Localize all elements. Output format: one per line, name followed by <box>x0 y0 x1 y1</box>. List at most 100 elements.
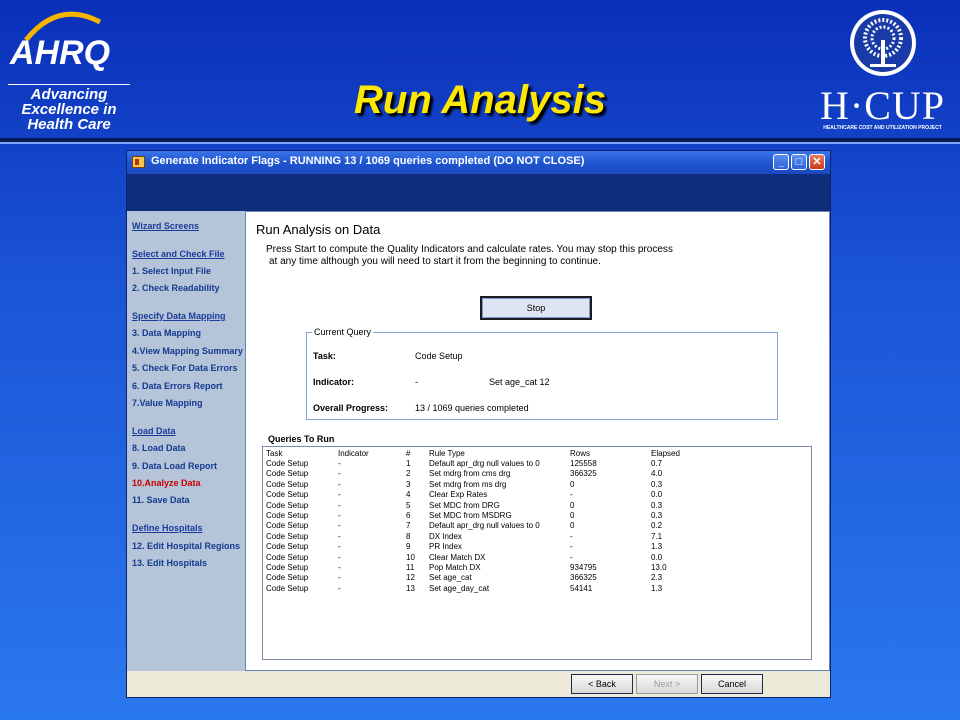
header-band <box>127 174 830 211</box>
cell-indicator: - <box>338 531 341 541</box>
task-label: Task: <box>313 351 336 361</box>
table-row[interactable]: Code Setup - 4 Clear Exp Rates - 0.0 <box>263 490 811 500</box>
cell-elapsed: 0.7 <box>651 459 663 468</box>
cell-indicator: - <box>338 552 341 562</box>
stop-button[interactable]: Stop <box>480 296 592 320</box>
close-button[interactable]: ✕ <box>809 154 825 170</box>
wizard-item-edit-hospitals[interactable]: 13. Edit Hospitals <box>132 558 207 568</box>
table-row[interactable]: Code Setup - 2 Set mdrg from cms drg 366325 4… <box>263 469 811 479</box>
cell-indicator: - <box>338 511 341 520</box>
wizard-item-data-errors-report[interactable]: 6. Data Errors Report <box>132 381 223 391</box>
cell-indicator: - <box>338 521 341 531</box>
column-header-task[interactable]: Task <box>266 449 282 459</box>
table-row[interactable]: Code Setup - 6 Set MDC from MSDRG 0 0.3 <box>263 511 811 521</box>
hcup-subtitle: HEALTHCARE COST AND UTILIZATION PROJECT <box>823 125 942 131</box>
table-row[interactable]: Code Setup - 5 Set MDC from DRG 0 0.3 <box>263 501 811 511</box>
wizard-item-save-data[interactable]: 11. Save Data <box>132 495 190 505</box>
cell-rule-type: PR Index <box>429 542 462 552</box>
maximize-button[interactable]: □ <box>791 154 807 170</box>
cell-rule-type: Set mdrg from cms drg <box>429 469 511 479</box>
wizard-item-check-data-errors[interactable]: 5. Check For Data Errors <box>132 363 238 373</box>
column-header-elapsed[interactable]: Elapsed <box>651 449 680 459</box>
cell-elapsed: 7.1 <box>651 531 663 541</box>
ahrq-wordmark: AHRQ <box>9 34 110 72</box>
cell-number: 12 <box>406 573 415 583</box>
window-titlebar[interactable]: Generate Indicator Flags - RUNNING 13 / … <box>127 151 830 174</box>
cell-rows: 0 <box>570 511 575 520</box>
cancel-button[interactable]: Cancel <box>701 674 763 694</box>
column-header-rule-type[interactable]: Rule Type <box>429 449 465 459</box>
table-row[interactable]: Code Setup - 9 PR Index - 1.3 <box>263 542 811 552</box>
cell-task: Code Setup <box>266 469 309 479</box>
cell-number: 7 <box>406 521 411 531</box>
wizard-item-analyze-data[interactable]: 10.Analyze Data <box>132 478 201 488</box>
wizard-item-view-mapping-summary[interactable]: 4.View Mapping Summary <box>132 346 243 356</box>
cell-task: Code Setup <box>266 511 309 520</box>
wizard-item-value-mapping[interactable]: 7.Value Mapping <box>132 398 203 408</box>
cell-elapsed: 0.3 <box>651 500 663 510</box>
cell-rule-type: Set age_day_cat <box>429 583 490 593</box>
cell-number: 11 <box>406 563 415 572</box>
task-value: Code Setup <box>415 351 463 361</box>
back-button[interactable]: < Back <box>571 674 633 694</box>
wizard-section-select-check[interactable]: Select and Check File <box>132 249 225 259</box>
cell-task: Code Setup <box>266 459 309 468</box>
cell-rows: 0 <box>570 479 575 489</box>
cell-elapsed: 1.3 <box>651 542 663 552</box>
table-row[interactable]: Code Setup - 7 Default apr_drg null values … <box>263 521 811 531</box>
wizard-item-edit-hospital-regions[interactable]: 12. Edit Hospital Regions <box>132 541 240 551</box>
table-row[interactable]: Code Setup - 10 Clear Match DX - 0.0 <box>263 553 811 563</box>
cell-number: 4 <box>406 490 411 500</box>
table-row[interactable]: Code Setup - 3 Set mdrg from ms drg 0 0.3 <box>263 480 811 490</box>
table-row[interactable]: Code Setup - 12 Set age_cat 366325 2.3 <box>263 573 811 583</box>
wizard-item-select-input-file[interactable]: 1. Select Input File <box>132 266 211 276</box>
cell-indicator: - <box>338 469 341 479</box>
next-button[interactable]: Next > <box>636 674 698 694</box>
cell-rows: 0 <box>570 521 575 531</box>
cell-rule-type: Clear Match DX <box>429 552 486 562</box>
wizard-screens-link[interactable]: Wizard Screens <box>132 221 199 231</box>
cell-task: Code Setup <box>266 552 309 562</box>
table-row[interactable]: Code Setup - 13 Set age_day_cat 54141 1.3 <box>263 584 811 594</box>
cell-indicator: - <box>338 542 341 552</box>
cell-elapsed: 0.0 <box>651 552 663 562</box>
queries-list[interactable]: Task Indicator # Rule Type Rows Elapsed … <box>262 446 812 660</box>
table-row[interactable]: Code Setup - 11 Pop Match DX 934795 13.0 <box>263 563 811 573</box>
column-header-indicator[interactable]: Indicator <box>338 449 369 459</box>
cell-rows: - <box>570 552 573 562</box>
cell-number: 5 <box>406 500 411 510</box>
wizard-item-data-mapping[interactable]: 3. Data Mapping <box>132 328 201 338</box>
ahrq-swoosh-icon: AHRQ <box>9 11 110 72</box>
cell-number: 8 <box>406 531 411 541</box>
content-panel: Run Analysis on Data Press Start to comp… <box>245 211 830 671</box>
cell-rule-type: DX Index <box>429 531 462 541</box>
panel-title: Run Analysis on Data <box>256 222 381 237</box>
table-row[interactable]: Code Setup - 1 Default apr_drg null values … <box>263 459 811 469</box>
minimize-button[interactable]: _ <box>773 154 789 170</box>
table-row[interactable]: Code Setup - 8 DX Index - 7.1 <box>263 532 811 542</box>
wizard-section-define-hospitals[interactable]: Define Hospitals <box>132 523 203 533</box>
wizard-item-check-readability[interactable]: 2. Check Readability <box>132 283 220 293</box>
cell-indicator: - <box>338 479 341 489</box>
cell-rows: 366325 <box>570 573 597 583</box>
column-header-number[interactable]: # <box>406 449 410 459</box>
cell-elapsed: 0.3 <box>651 479 663 489</box>
cell-rows: - <box>570 531 573 541</box>
cell-elapsed: 13.0 <box>651 563 667 572</box>
cell-task: Code Setup <box>266 563 309 572</box>
column-header-rows[interactable]: Rows <box>570 449 590 459</box>
cell-rule-type: Set mdrg from ms drg <box>429 479 507 489</box>
cell-task: Code Setup <box>266 521 309 531</box>
app-window: Generate Indicator Flags - RUNNING 13 / … <box>126 150 831 698</box>
cell-rule-type: Set age_cat <box>429 573 472 583</box>
cell-indicator: - <box>338 573 341 583</box>
wizard-item-data-load-report[interactable]: 9. Data Load Report <box>132 461 217 471</box>
cell-number: 3 <box>406 479 411 489</box>
app-icon <box>132 156 145 168</box>
cell-rule-type: Set MDC from DRG <box>429 500 500 510</box>
cell-task: Code Setup <box>266 542 309 552</box>
wizard-section-data-mapping[interactable]: Specify Data Mapping <box>132 311 226 321</box>
wizard-item-load-data[interactable]: 8. Load Data <box>132 443 186 453</box>
cell-rows: 125558 <box>570 459 597 468</box>
wizard-section-load-data[interactable]: Load Data <box>132 426 176 436</box>
